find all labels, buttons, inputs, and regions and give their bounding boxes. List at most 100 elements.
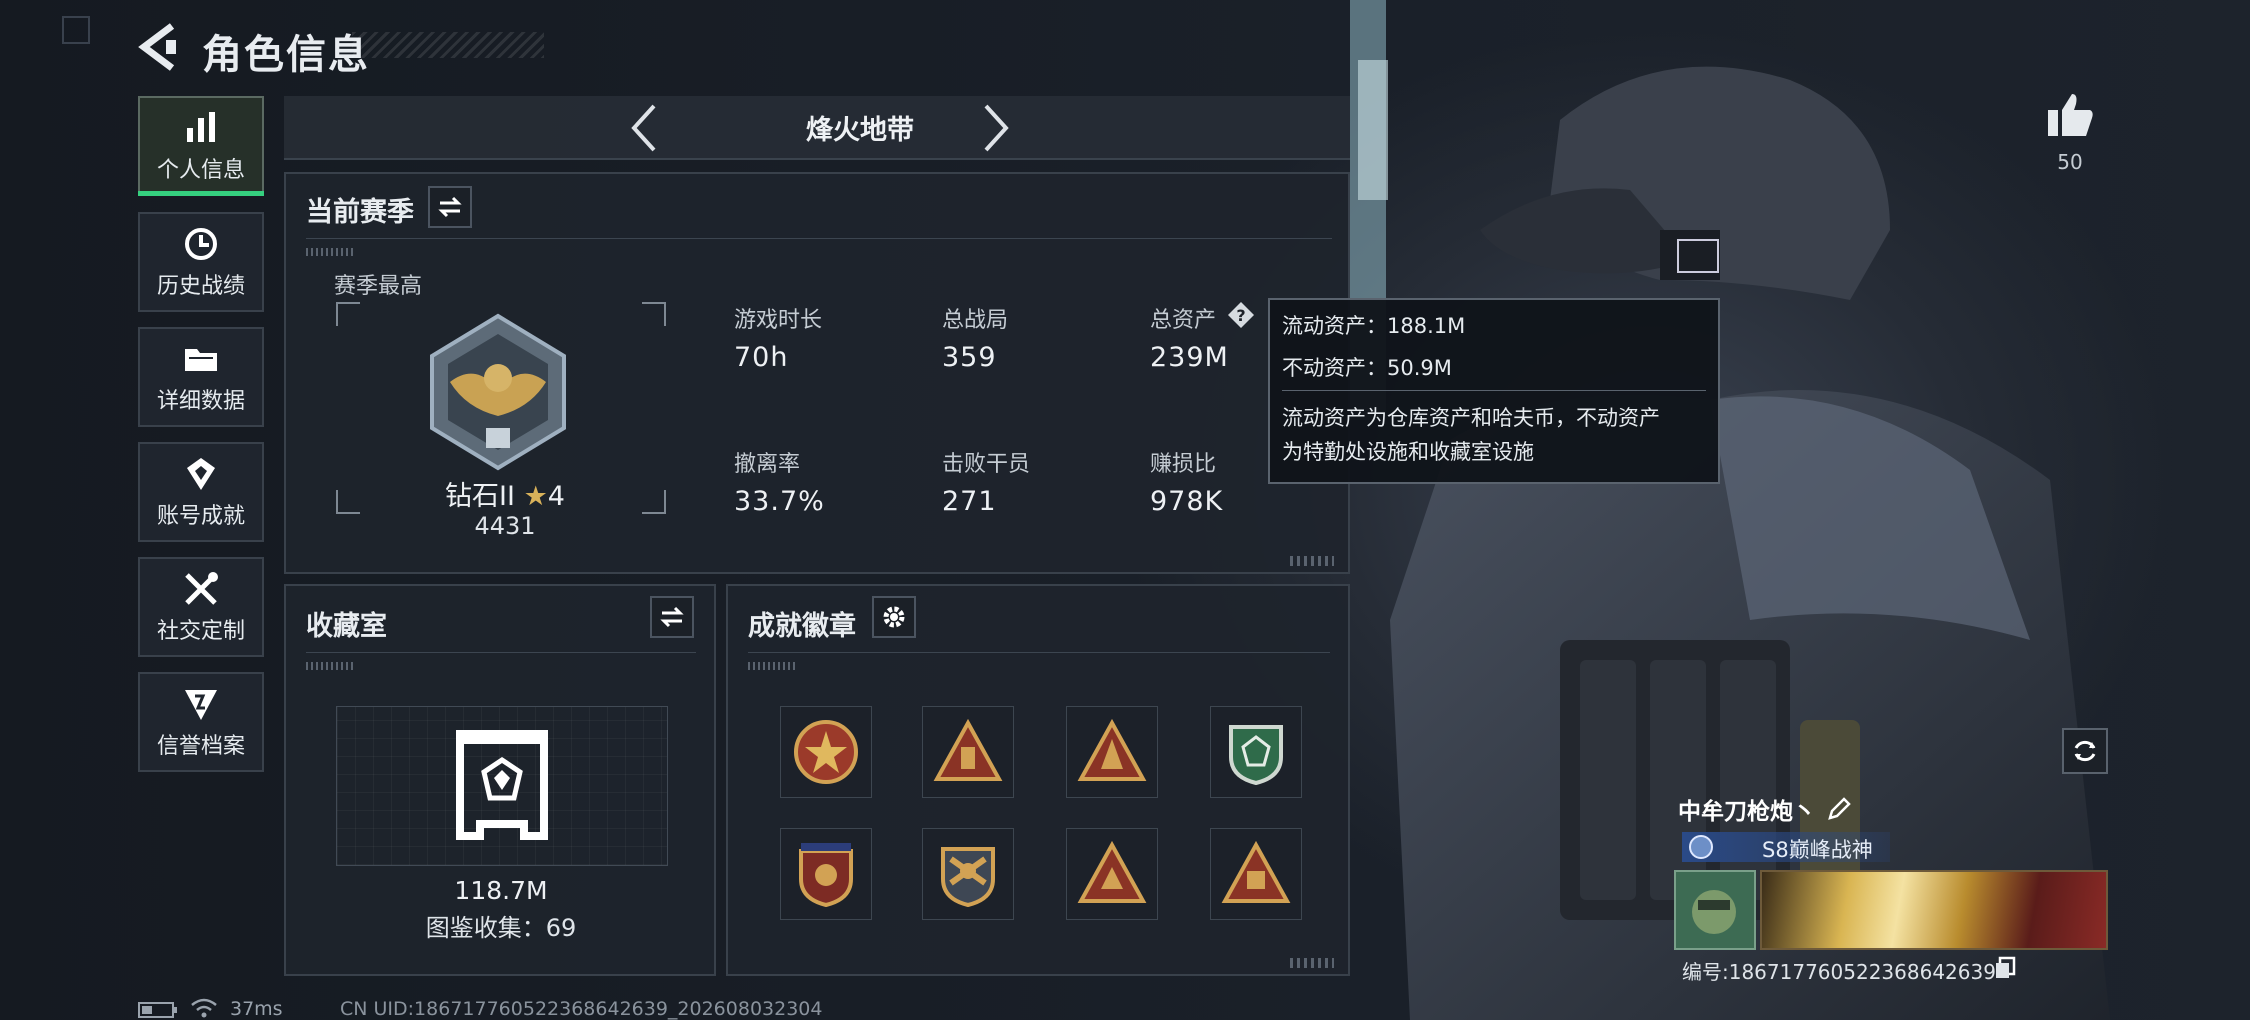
- badge-slot[interactable]: [1210, 706, 1302, 798]
- sidebar-item-history[interactable]: 历史战绩: [138, 212, 264, 312]
- divider: [306, 652, 696, 653]
- tooltip-fixed: 不动资产：50.9M: [1282, 356, 1452, 380]
- collection-count: 图鉴收集：69: [425, 914, 577, 942]
- tooltip-desc-line1: 流动资产为仓库资产和哈夫币，不动资产: [1282, 406, 1660, 430]
- refresh-button[interactable]: [2062, 728, 2108, 774]
- stat-value: 239M: [1150, 342, 1229, 373]
- stat-label: 撤离率: [734, 452, 801, 477]
- title-decoration: [352, 32, 544, 58]
- sidebar-item-label: 个人信息: [156, 158, 245, 183]
- mode-label: 烽火地带: [806, 115, 914, 146]
- sidebar-item-reputation[interactable]: 信誉档案: [138, 672, 264, 772]
- corner-decoration: [1290, 556, 1334, 566]
- badge-slot[interactable]: [922, 706, 1014, 798]
- badge-slot[interactable]: [780, 828, 872, 920]
- thumbs-up-icon[interactable]: [2046, 92, 2094, 138]
- stat-label: 击败干员: [942, 452, 1031, 477]
- refresh-icon: [2074, 740, 2096, 762]
- season-switch-button[interactable]: [428, 186, 472, 228]
- stat-value: 271: [942, 486, 997, 517]
- season-best-label: 赛季最高: [334, 274, 423, 299]
- page-title: 角色信息: [202, 32, 370, 78]
- tooltip-liquid: 流动资产：188.1M: [1282, 314, 1466, 338]
- stat-value: 359: [942, 342, 997, 373]
- stat-value: 33.7%: [734, 486, 825, 517]
- help-icon[interactable]: ?: [1226, 300, 1256, 330]
- next-mode-arrow-icon[interactable]: [976, 102, 1016, 154]
- swap-icon: [438, 196, 462, 218]
- frame-corner: [336, 302, 360, 326]
- tick-decoration: [306, 662, 356, 670]
- sidebar-item-label: 账号成就: [156, 504, 245, 529]
- badge-slot[interactable]: [1066, 706, 1158, 798]
- reputation-icon: [185, 690, 217, 720]
- stat-value: 70h: [734, 342, 789, 373]
- achievement-icon: [187, 458, 215, 490]
- prev-mode-arrow-icon[interactable]: [624, 102, 664, 154]
- sidebar-item-label: 社交定制: [156, 619, 245, 644]
- badge-slot[interactable]: [922, 828, 1014, 920]
- collection-switch-button[interactable]: [650, 596, 694, 638]
- uid-text: CN UID:186717760522368642639_20260803230…: [340, 998, 823, 1020]
- sidebar-item-label: 历史战绩: [156, 274, 245, 299]
- star-icon: ★: [523, 481, 548, 512]
- rank-line: 钻石II ★4: [430, 474, 580, 513]
- edit-icon[interactable]: [1826, 796, 1852, 822]
- frame-corner: [642, 302, 666, 326]
- divider: [748, 652, 1330, 653]
- like-count: 50: [2057, 150, 2083, 174]
- tools-icon: [185, 572, 218, 605]
- sidebar-item-personal-info[interactable]: 个人信息: [138, 96, 264, 196]
- badges-settings-button[interactable]: [872, 596, 916, 638]
- badge-triangle-icon: [1077, 840, 1147, 903]
- swap-icon: [660, 606, 684, 628]
- stat-label: 游戏时长: [734, 308, 823, 333]
- sidebar-item-label: 信誉档案: [156, 734, 245, 759]
- badge-shield-gold-icon: [941, 847, 995, 908]
- svg-text:?: ?: [1236, 306, 1245, 325]
- sidebar-item-label: 详细数据: [156, 389, 245, 414]
- rank-emblem-icon: [430, 313, 566, 471]
- profile-banner[interactable]: [1760, 870, 2108, 950]
- back-arrow-icon[interactable]: [138, 22, 182, 72]
- gear-icon: [883, 606, 905, 628]
- badge-triangle-icon: [1221, 840, 1291, 903]
- badge-triangle-icon: [1077, 718, 1147, 781]
- corner-mark: [62, 16, 90, 44]
- badge-shield-green-icon: [1229, 725, 1283, 786]
- stat-value: 978K: [1150, 486, 1224, 517]
- badge-slot[interactable]: [1210, 828, 1302, 920]
- frame-corner: [336, 490, 360, 514]
- player-title: S8巅峰战神: [1762, 838, 1873, 862]
- wifi-icon: [191, 998, 217, 1018]
- tooltip-divider: [1282, 390, 1706, 391]
- bar-chart-icon: [187, 112, 215, 142]
- collection-value: 118.7M: [454, 876, 548, 905]
- avatar-image-icon: [1692, 890, 1736, 934]
- history-icon: [185, 228, 217, 260]
- season-title: 当前赛季: [306, 197, 414, 228]
- avatar[interactable]: [1674, 870, 1756, 950]
- copy-icon[interactable]: [1994, 956, 2016, 980]
- player-name: 中牟刀枪炮丶: [1678, 799, 1816, 825]
- sidebar-item-details[interactable]: 详细数据: [138, 327, 264, 427]
- divider: [306, 238, 1332, 239]
- badge-slot[interactable]: [1066, 828, 1158, 920]
- vault-icon: [456, 730, 548, 840]
- sidebar-item-achievements[interactable]: 账号成就: [138, 442, 264, 542]
- badge-shield-icon: [799, 843, 853, 908]
- rank-points: 4431: [474, 512, 536, 540]
- tooltip-desc-line2: 为特勤处设施和收藏室设施: [1282, 440, 1534, 464]
- badge-slot[interactable]: [780, 706, 872, 798]
- sidebar-item-social[interactable]: 社交定制: [138, 557, 264, 657]
- player-id: 编号:1867177605223686426​39: [1682, 960, 1996, 984]
- folder-icon: [185, 349, 217, 371]
- ping-text: 37ms: [230, 998, 283, 1020]
- frame-corner: [642, 490, 666, 514]
- badge-star-icon: [794, 720, 858, 784]
- badges-title: 成就徽章: [748, 611, 856, 642]
- character-illustration: [1350, 0, 2110, 1020]
- stat-label: 赚损比: [1150, 452, 1217, 477]
- tick-decoration: [306, 248, 356, 256]
- rank-name: 钻石II: [445, 481, 515, 512]
